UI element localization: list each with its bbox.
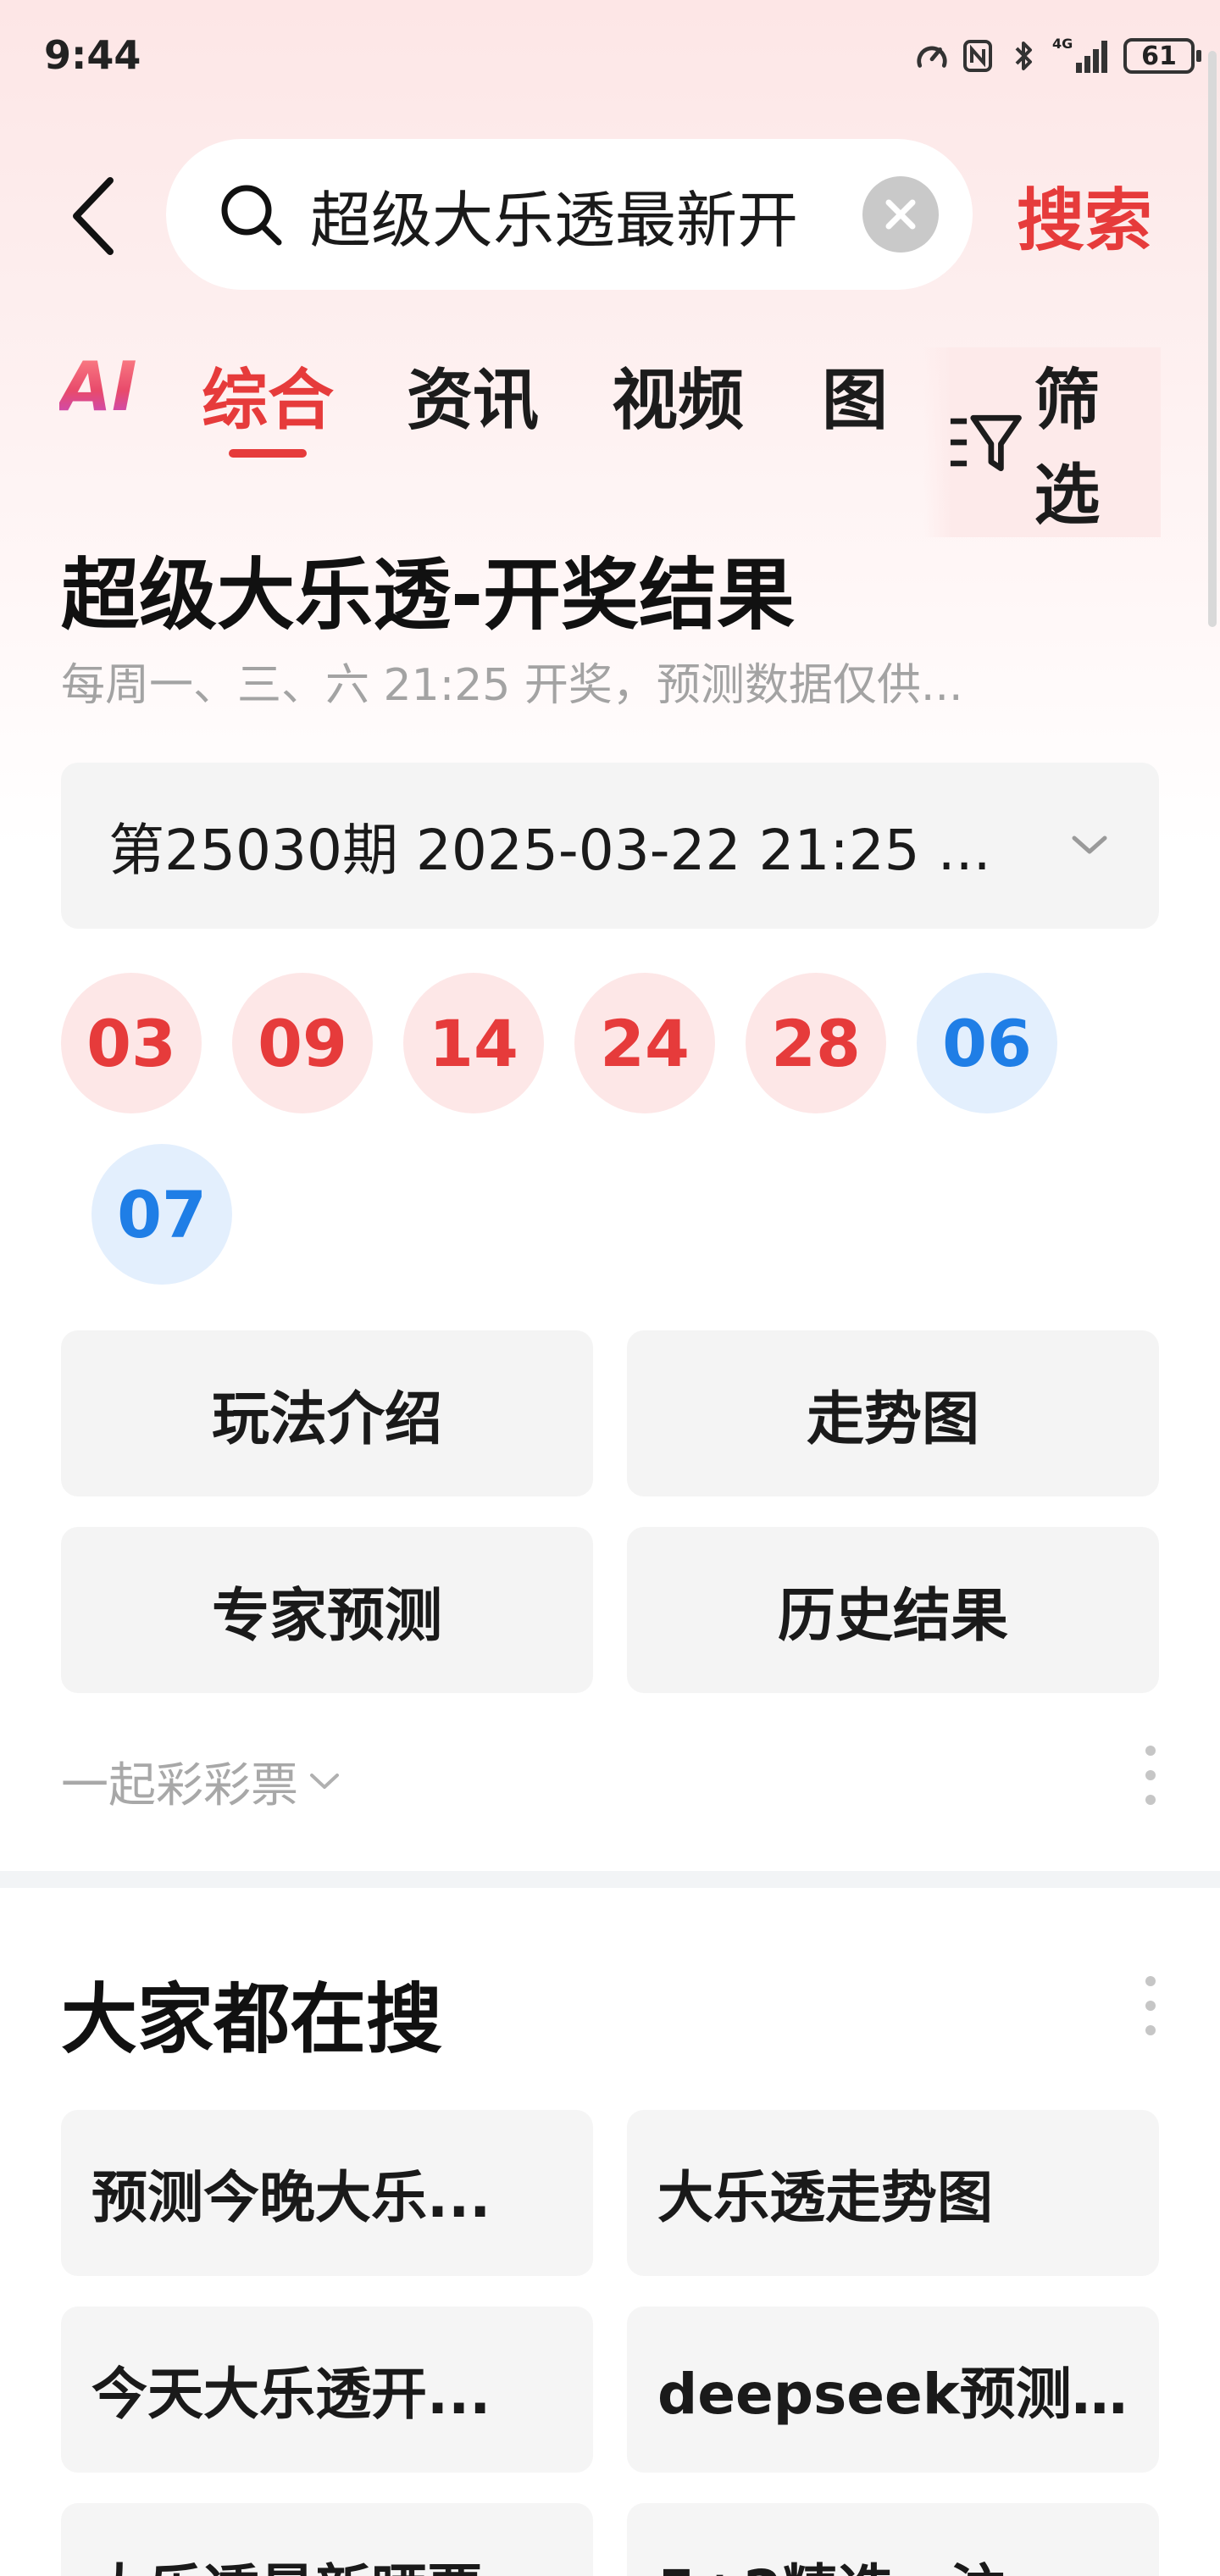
page-scrollbar[interactable] [1208,51,1217,627]
battery-level: 61 [1141,41,1177,71]
status-icons: 4G 61 [915,34,1201,78]
close-icon [885,199,916,230]
related-search-text: 大乐透最新晒票 [92,2545,568,2576]
nfc-icon [961,37,995,75]
back-button[interactable] [59,165,127,267]
filter-icon [950,414,1022,472]
related-search-text: deepseek预测... [657,2362,1134,2427]
related-search-item[interactable]: deepseek预测... [627,2307,1159,2473]
back-number-ball: 07 [92,1144,232,1285]
section-divider [0,1871,1220,1888]
chevron-down-icon [1072,836,1107,854]
issue-selector[interactable]: 第25030期 2025-03-22 21:25 ... [61,763,1159,929]
related-search-item[interactable]: 预测今晚大乐... [61,2110,593,2276]
filter-label: 筛选 [1034,363,1101,534]
search-query-text[interactable]: 超级大乐透最新开 [310,170,801,259]
front-number-ball: 14 [403,973,544,1113]
network-signal-icon: 4G [1052,37,1112,75]
tab-bar: AI 综合 资讯 视频 图 筛选 [59,339,1161,537]
result-source[interactable]: 一起彩彩票 [61,1747,341,1816]
bluetooth-icon [1006,37,1040,75]
front-number-ball: 03 [61,973,202,1113]
related-searches-title: 大家都在搜 [61,1975,442,2064]
front-number-ball: 28 [746,973,886,1113]
chevron-down-icon [310,1773,339,1789]
search-submit-button[interactable]: 搜索 [1017,166,1152,264]
battery-indicator: 61 [1123,38,1201,74]
result-card-title[interactable]: 超级大乐透-开奖结果 [61,532,795,645]
rules-intro-button[interactable]: 玩法介绍 [61,1330,593,1496]
result-card-subtitle: 每周一、三、六 21:25 开奖，预测数据仅供... [61,660,963,711]
related-search-text: 今天大乐透开... [92,2362,491,2427]
related-search-text: 预测今晚大乐... [92,2165,491,2230]
related-search-item[interactable]: 大乐透最新晒票 [61,2503,593,2576]
active-tab-indicator [229,449,307,458]
related-search-text: 大乐透走势图 [657,2165,993,2230]
filter-button[interactable]: 筛选 [923,347,1161,537]
back-number-ball: 06 [917,973,1057,1113]
trend-chart-button[interactable]: 走势图 [627,1330,1159,1496]
clear-search-button[interactable] [862,176,939,253]
tab-ai[interactable]: AI [59,347,137,426]
search-input[interactable]: 超级大乐透最新开 [166,139,973,290]
search-icon [221,185,282,246]
tab-video[interactable]: 视频 [612,347,744,442]
related-search-item[interactable]: 5+2精选一注 [627,2503,1159,2576]
back-arrow-icon [73,177,114,255]
front-number-ball: 09 [232,973,373,1113]
related-search-text: 5+2精选一注 [657,2545,1134,2576]
result-source-label: 一起彩彩票 [61,1758,298,1813]
history-results-button[interactable]: 历史结果 [627,1527,1159,1693]
issue-selector-value: 第25030期 2025-03-22 21:25 ... [108,818,991,883]
tab-comprehensive[interactable]: 综合 [202,347,334,442]
tab-image[interactable]: 图 [822,347,888,442]
speed-gauge-icon [915,37,949,75]
more-options-icon[interactable] [1140,1746,1161,1805]
front-number-ball: 24 [574,973,715,1113]
expert-prediction-button[interactable]: 专家预测 [61,1527,593,1693]
tab-news[interactable]: 资讯 [407,347,539,442]
related-search-item[interactable]: 大乐透走势图 [627,2110,1159,2276]
network-label: 4G [1052,36,1073,52]
status-time: 9:44 [44,32,141,78]
more-options-icon[interactable] [1140,1976,1161,2035]
related-search-item[interactable]: 今天大乐透开... [61,2307,593,2473]
